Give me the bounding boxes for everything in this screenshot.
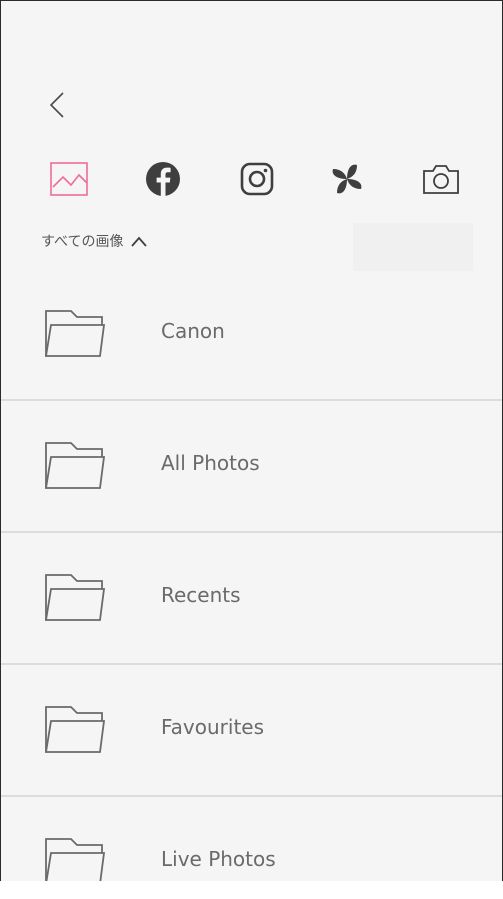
folder-label: Favourites xyxy=(161,715,265,739)
tab-camera[interactable] xyxy=(411,151,471,207)
tab-instagram[interactable] xyxy=(227,151,287,207)
album-selector-label: すべての画像 xyxy=(41,234,124,250)
album-selector[interactable]: すべての画像 xyxy=(41,227,149,255)
folder-label: Live Photos xyxy=(161,847,276,871)
source-tabs xyxy=(1,151,502,207)
folder-row-canon[interactable]: Canon xyxy=(1,269,502,401)
back-button[interactable] xyxy=(39,85,79,125)
tab-pinwheel[interactable] xyxy=(317,151,377,207)
folder-row-live-photos[interactable]: Live Photos xyxy=(1,797,502,881)
tab-facebook[interactable] xyxy=(133,151,193,207)
folder-row-all-photos[interactable]: All Photos xyxy=(1,401,502,533)
folder-label: Canon xyxy=(161,319,225,343)
camera-icon xyxy=(423,165,459,194)
pinwheel-icon xyxy=(332,164,362,194)
folder-icon xyxy=(44,442,106,489)
placeholder-area xyxy=(353,223,473,271)
folder-list: Canon All Photos Recents Favourites Live… xyxy=(1,269,502,881)
folder-label: All Photos xyxy=(161,451,260,475)
folder-icon xyxy=(44,706,106,753)
app-screen: すべての画像 Canon All Photos Recents Favourit… xyxy=(0,0,503,881)
tab-gallery[interactable] xyxy=(39,151,99,207)
chevron-left-icon xyxy=(49,92,64,118)
folder-icon xyxy=(44,574,106,621)
folder-icon xyxy=(45,838,106,881)
folder-row-recents[interactable]: Recents xyxy=(1,533,502,665)
instagram-icon xyxy=(240,162,274,196)
folder-row-favourites[interactable]: Favourites xyxy=(1,665,502,797)
folder-icon xyxy=(44,310,106,357)
chevron-up-icon xyxy=(131,236,148,247)
facebook-icon xyxy=(146,162,180,196)
folder-label: Recents xyxy=(161,583,241,607)
image-icon xyxy=(50,162,88,196)
